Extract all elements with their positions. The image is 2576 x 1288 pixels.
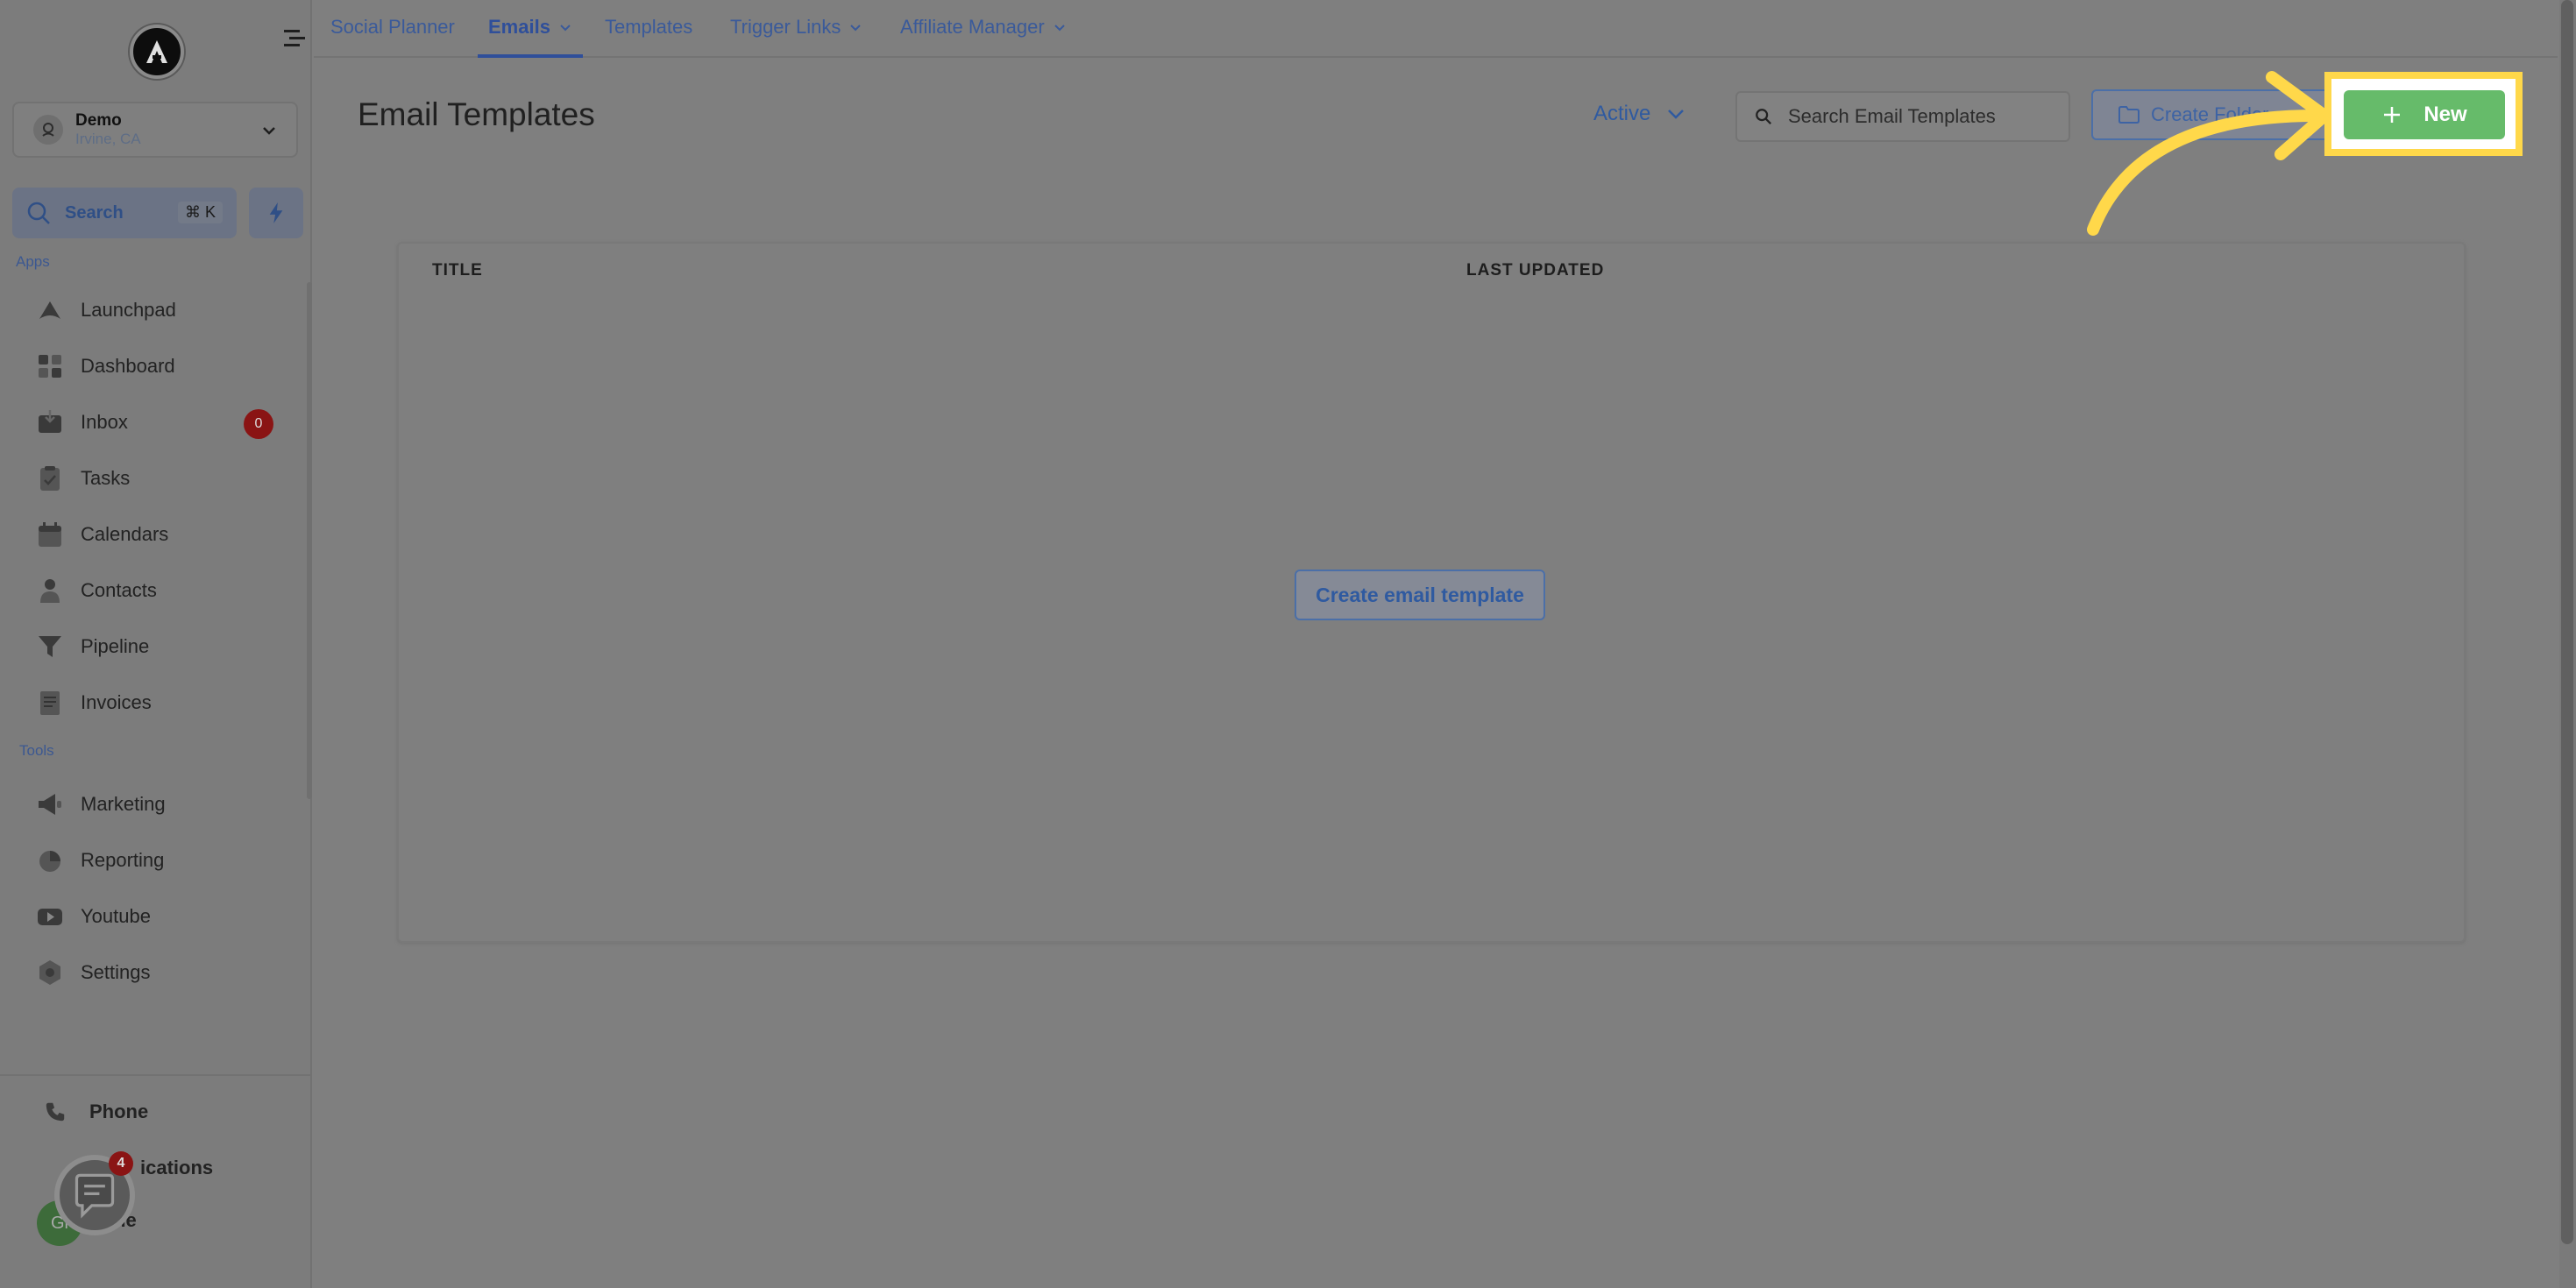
sidebar-item-inbox[interactable]: Inbox xyxy=(35,405,128,440)
apps-section-label: Apps xyxy=(16,253,50,270)
chevron-down-icon xyxy=(263,127,275,135)
tab-label: Trigger Links xyxy=(730,16,841,38)
sidebar-item-launchpad[interactable]: Launchpad xyxy=(35,293,176,328)
plus-icon xyxy=(2384,107,2401,123)
column-header-last-updated[interactable]: LAST UPDATED xyxy=(1466,261,1604,280)
app-logo[interactable] xyxy=(130,25,184,79)
column-header-title[interactable]: TITLE xyxy=(432,261,483,280)
collapse-sidebar-icon[interactable] xyxy=(282,26,307,51)
calendar-icon xyxy=(35,520,65,549)
sidebar-item-notifications[interactable]: ications xyxy=(140,1157,213,1179)
tab-social-planner[interactable]: Social Planner xyxy=(330,16,455,39)
sidebar-item-label: Reporting xyxy=(81,849,165,871)
sidebar-search[interactable]: Search ⌘ K xyxy=(12,188,237,238)
sidebar-item-label: Inbox xyxy=(81,411,128,433)
phone-icon xyxy=(46,1102,65,1122)
template-search-input[interactable] xyxy=(1788,105,2007,128)
pointer-arrow-icon xyxy=(2087,71,2331,236)
gear-icon xyxy=(35,958,65,987)
chevron-down-icon xyxy=(1054,25,1065,32)
chevron-down-icon xyxy=(1668,110,1685,119)
chevron-down-icon xyxy=(560,25,571,32)
sidebar-item-label: Youtube xyxy=(81,905,151,927)
lightning-icon xyxy=(269,202,283,223)
tab-label: Social Planner xyxy=(330,16,455,38)
sidebar-item-tasks[interactable]: Tasks xyxy=(35,461,130,496)
sidebar-divider xyxy=(0,1074,312,1076)
account-name: Demo xyxy=(75,111,122,131)
rocket-icon xyxy=(35,295,65,325)
sidebar-item-dashboard[interactable]: Dashboard xyxy=(35,349,175,384)
tools-section-label: Tools xyxy=(19,742,54,759)
tab-affiliate-manager[interactable]: Affiliate Manager xyxy=(900,16,1066,39)
account-switcher[interactable]: Demo Irvine, CA xyxy=(12,102,298,158)
search-icon xyxy=(27,202,50,224)
tab-label: Emails xyxy=(488,16,550,38)
sidebar: Demo Irvine, CA Search ⌘ K Apps Launchpa… xyxy=(0,0,312,1288)
search-label: Search xyxy=(65,202,124,223)
top-navigation: Social Planner Emails Templates Trigger … xyxy=(314,0,2558,58)
inbox-icon xyxy=(35,407,65,437)
search-shortcut: ⌘ K xyxy=(177,202,223,223)
templates-table: TITLE LAST UPDATED Create email template xyxy=(397,242,2466,943)
status-filter-value: Active xyxy=(1593,102,1651,125)
tab-templates[interactable]: Templates xyxy=(605,16,692,39)
invoice-icon xyxy=(35,688,65,718)
megaphone-icon xyxy=(35,789,65,819)
clipboard-icon xyxy=(35,464,65,493)
status-filter-select[interactable]: Active xyxy=(1593,102,1685,126)
sidebar-item-reporting[interactable]: Reporting xyxy=(35,843,164,878)
pie-chart-icon xyxy=(35,846,65,875)
sidebar-item-label: Tasks xyxy=(81,467,131,489)
account-location: Irvine, CA xyxy=(75,131,141,148)
chevron-down-icon xyxy=(850,25,862,32)
chat-icon xyxy=(75,1173,115,1219)
sidebar-item-label: Invoices xyxy=(81,691,152,713)
tab-trigger-links[interactable]: Trigger Links xyxy=(730,16,862,39)
youtube-icon xyxy=(35,902,65,931)
sidebar-item-invoices[interactable]: Invoices xyxy=(35,685,152,720)
sidebar-item-calendars[interactable]: Calendars xyxy=(35,517,168,552)
sidebar-item-label: Pipeline xyxy=(81,635,150,657)
sidebar-item-label: Contacts xyxy=(81,579,157,601)
template-search[interactable] xyxy=(1735,91,2070,142)
sidebar-item-label: Launchpad xyxy=(81,299,176,321)
phone-label: Phone xyxy=(89,1100,149,1122)
search-icon xyxy=(1756,109,1771,124)
sidebar-item-phone[interactable]: Phone xyxy=(44,1100,148,1123)
sidebar-item-contacts[interactable]: Contacts xyxy=(35,573,157,608)
active-tab-indicator xyxy=(478,54,583,58)
sidebar-item-pipeline[interactable]: Pipeline xyxy=(35,629,149,664)
tab-label: Templates xyxy=(605,16,693,38)
quick-actions-button[interactable] xyxy=(249,188,303,238)
sidebar-item-youtube[interactable]: Youtube xyxy=(35,899,151,934)
location-icon xyxy=(33,115,63,145)
sidebar-item-label: Marketing xyxy=(81,793,166,815)
inbox-count-badge: 0 xyxy=(244,409,273,439)
notifications-label: ications xyxy=(140,1157,214,1178)
create-email-template-button[interactable]: Create email template xyxy=(1295,570,1545,620)
grid-icon xyxy=(35,351,65,381)
person-icon xyxy=(35,576,65,605)
tab-emails[interactable]: Emails xyxy=(488,16,571,39)
page-scrollbar-thumb[interactable] xyxy=(2561,0,2573,1244)
sidebar-item-label: Dashboard xyxy=(81,355,175,377)
sidebar-item-settings[interactable]: Settings xyxy=(35,955,151,990)
sidebar-scrollbar[interactable] xyxy=(307,282,312,799)
new-template-button[interactable]: New xyxy=(2344,90,2505,139)
sidebar-item-label: Calendars xyxy=(81,523,169,545)
tab-label: Affiliate Manager xyxy=(900,16,1045,38)
funnel-icon xyxy=(35,632,65,662)
new-button-label: New xyxy=(2423,103,2467,126)
chat-unread-badge: 4 xyxy=(109,1151,133,1176)
sidebar-item-marketing[interactable]: Marketing xyxy=(35,787,166,822)
sidebar-item-label: Settings xyxy=(81,961,151,983)
page-title: Email Templates xyxy=(358,96,595,132)
